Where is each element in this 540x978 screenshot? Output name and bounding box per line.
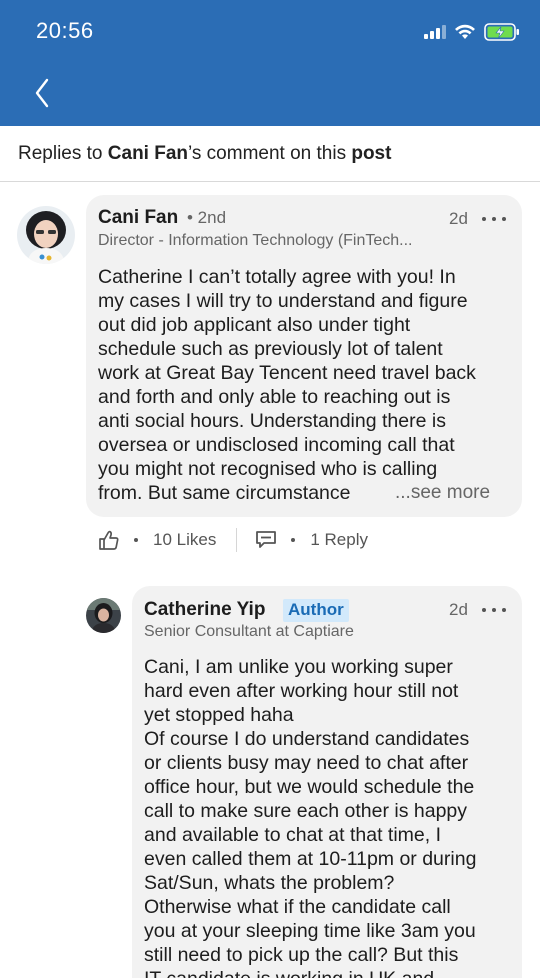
replies-count[interactable]: 1 Reply [310,530,368,550]
like-button[interactable] [98,529,120,551]
author-badge: Author [283,599,349,622]
reply-more-options-button[interactable] [482,605,506,615]
header-prefix: Replies to [18,142,108,164]
more-dot [492,217,496,221]
wifi-icon [455,24,475,39]
actions-divider [236,528,238,552]
reply-author-name[interactable]: Catherine Yip [144,599,265,621]
battery-charging-icon [484,23,519,41]
more-dot [502,608,506,612]
more-dot [502,217,506,221]
chevron-left-icon [35,78,49,108]
comment-icon [256,531,277,548]
header-commenter-link[interactable]: Cani Fan [108,143,188,165]
status-time: 20:56 [36,18,94,43]
catherine-yip-avatar-image [86,598,121,633]
more-dot [482,217,486,221]
likes-count[interactable]: 10 Likes [153,530,216,550]
thumbs-up-icon [99,530,119,550]
reply-button[interactable] [255,530,277,550]
reply-timestamp: 2d [449,600,468,619]
comment-author-name[interactable]: Cani Fan [98,207,178,229]
comment-actions: 10 Likes 1 Reply [98,526,368,554]
signal-icon [424,25,446,39]
back-button[interactable] [24,70,60,116]
comment-more-options-button[interactable] [482,214,506,224]
connection-degree: • 2nd [187,208,227,227]
replies-header: Replies to Cani Fan ’s comment on this p… [0,126,540,182]
separator-dot [291,538,296,542]
comment-text: Catherine I can’t totally agree with you… [98,266,476,504]
status-icons [424,22,520,42]
avatar[interactable] [86,598,121,633]
cani-fan-avatar-image [17,206,75,264]
more-dot [492,608,496,612]
header-middle: ’s comment on this [188,142,352,164]
separator-dot [134,538,138,542]
more-dot [482,608,486,612]
comment-timestamp: 2d [449,209,468,228]
header-post-link[interactable]: post [351,143,391,165]
reply-text: Cani, I am unlike you working super hard… [144,656,477,978]
reply-author-headline: Senior Consultant at Captiare [144,623,354,640]
see-more-link[interactable]: ...see more [395,482,490,504]
app-header: 20:56 [0,0,540,126]
comment-author-headline: Director - Information Technology (FinTe… [98,232,413,249]
avatar[interactable] [17,206,75,264]
